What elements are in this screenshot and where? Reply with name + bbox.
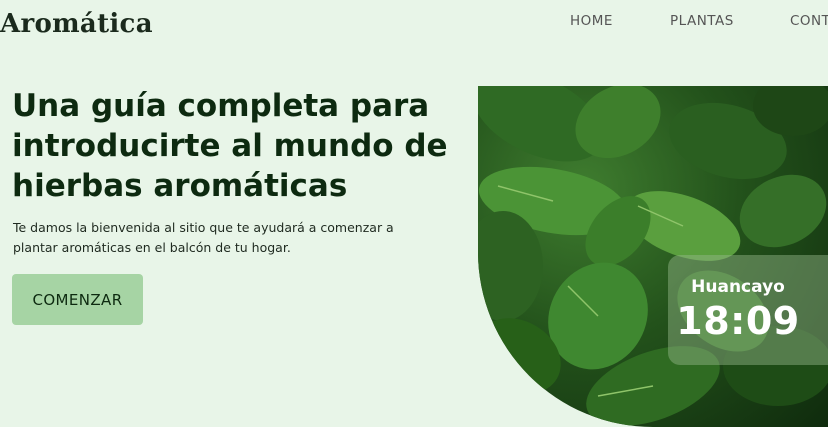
- start-button[interactable]: COMENZAR: [12, 274, 143, 325]
- nav-link-plantas[interactable]: PLANTAS: [670, 13, 734, 29]
- hero-subtitle: Te damos la bienvenida al sitio que te a…: [13, 220, 394, 255]
- clock-city: Huancayo: [691, 277, 785, 297]
- hero-title: Una guía completa para introducirte al m…: [12, 88, 448, 204]
- main-nav: HOME PLANTAS CONTACTO: [0, 13, 828, 31]
- nav-link-contacto[interactable]: CONTACTO: [790, 13, 828, 29]
- clock-time: 18:09: [676, 299, 800, 343]
- nav-link-home[interactable]: HOME: [570, 13, 613, 29]
- clock-card: Huancayo 18:09: [668, 255, 828, 365]
